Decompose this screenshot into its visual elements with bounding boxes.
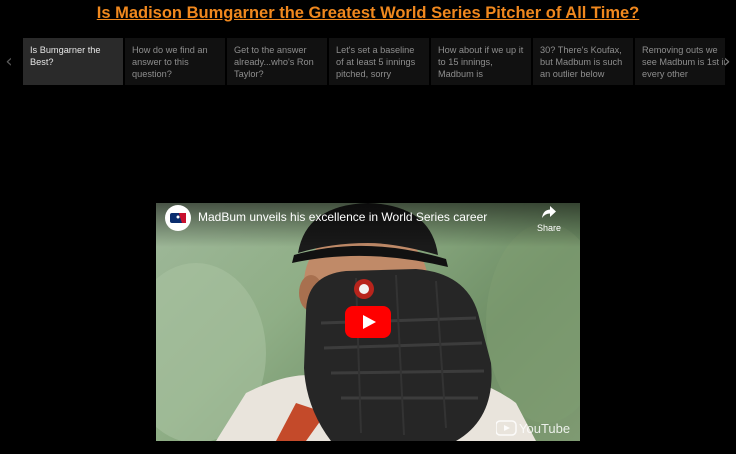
play-icon[interactable] [345, 306, 391, 338]
channel-avatar[interactable] [165, 205, 191, 231]
share-arrow-icon [542, 206, 556, 218]
page-title[interactable]: Is Madison Bumgarner the Greatest World … [0, 4, 736, 23]
carousel-slide[interactable]: How about if we up it to 15 innings, Mad… [431, 38, 531, 85]
carousel-slide[interactable]: Is Bumgarner the Best? [23, 38, 123, 85]
share-label: Share [536, 223, 562, 233]
youtube-watermark-text: YouTube [519, 421, 570, 436]
video-title[interactable]: MadBum unveils his excellence in World S… [198, 210, 487, 224]
chevron-left-icon[interactable]: ‹ [3, 52, 15, 72]
slide-carousel: ‹ Is Bumgarner the Best? How do we find … [0, 38, 736, 86]
carousel-slide[interactable]: How do we find an answer to this questio… [125, 38, 225, 85]
carousel-slide[interactable]: Get to the answer already...who's Ron Ta… [227, 38, 327, 85]
chevron-right-icon[interactable]: › [721, 52, 733, 72]
carousel-slides: Is Bumgarner the Best? How do we find an… [23, 38, 725, 86]
share-button[interactable]: Share [532, 205, 566, 237]
carousel-slide[interactable]: Removing outs we see Madbum is 1st in ev… [635, 38, 725, 85]
mlb-logo-icon [170, 213, 186, 223]
carousel-slide[interactable]: 30? There's Koufax, but Madbum is such a… [533, 38, 633, 85]
video-player[interactable]: MadBum unveils his excellence in World S… [156, 203, 580, 441]
carousel-slide[interactable]: Let's set a baseline of at least 5 innin… [329, 38, 429, 85]
youtube-logo-icon[interactable]: YouTube [496, 419, 572, 437]
